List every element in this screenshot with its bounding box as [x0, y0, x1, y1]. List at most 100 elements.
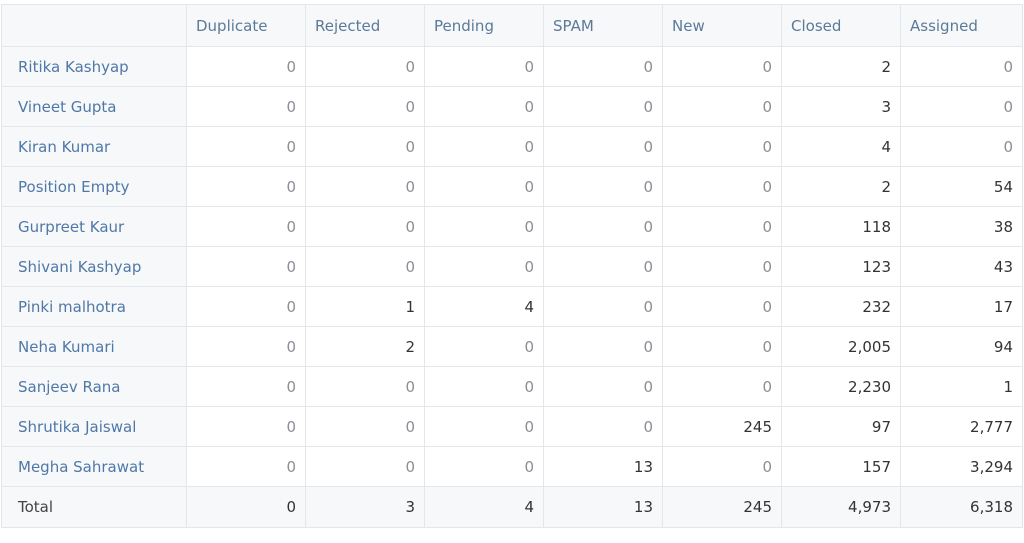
- cell-duplicate: 0: [186, 246, 306, 287]
- cell-closed: 157: [781, 446, 901, 487]
- cell-assigned: 2,777: [900, 406, 1023, 447]
- table-row: Pinki malhotra 0 1 4 0 0 232 17: [1, 286, 1023, 327]
- row-name-link[interactable]: Position Empty: [1, 166, 187, 207]
- cell-pending: 0: [424, 366, 544, 407]
- header-spam[interactable]: SPAM: [543, 4, 663, 47]
- row-name-link[interactable]: Sanjeev Rana: [1, 366, 187, 407]
- cell-duplicate: 0: [186, 46, 306, 87]
- cell-new: 0: [662, 366, 782, 407]
- cell-new: 0: [662, 326, 782, 367]
- row-name-link[interactable]: Shrutika Jaiswal: [1, 406, 187, 447]
- cell-rejected: 0: [305, 366, 425, 407]
- cell-rejected: 0: [305, 246, 425, 287]
- total-closed: 4,973: [781, 486, 901, 528]
- cell-closed: 232: [781, 286, 901, 327]
- cell-assigned: 0: [900, 126, 1023, 167]
- cell-spam: 0: [543, 86, 663, 127]
- total-row: Total 0 3 4 13 245 4,973 6,318: [1, 486, 1023, 528]
- header-closed[interactable]: Closed: [781, 4, 901, 47]
- cell-pending: 0: [424, 406, 544, 447]
- cell-duplicate: 0: [186, 366, 306, 407]
- cell-rejected: 2: [305, 326, 425, 367]
- cell-rejected: 0: [305, 446, 425, 487]
- row-name-link[interactable]: Gurpreet Kaur: [1, 206, 187, 247]
- cell-rejected: 0: [305, 126, 425, 167]
- table-row: Shrutika Jaiswal 0 0 0 0 245 97 2,777: [1, 406, 1023, 447]
- cell-spam: 0: [543, 366, 663, 407]
- cell-spam: 0: [543, 166, 663, 207]
- cell-spam: 0: [543, 286, 663, 327]
- row-name-link[interactable]: Neha Kumari: [1, 326, 187, 367]
- table-row: Sanjeev Rana 0 0 0 0 0 2,230 1: [1, 366, 1023, 407]
- cell-closed: 123: [781, 246, 901, 287]
- cell-duplicate: 0: [186, 126, 306, 167]
- total-duplicate: 0: [186, 486, 306, 528]
- row-name-link[interactable]: Kiran Kumar: [1, 126, 187, 167]
- cell-new: 245: [662, 406, 782, 447]
- cell-assigned: 17: [900, 286, 1023, 327]
- cell-new: 0: [662, 126, 782, 167]
- table-row: Gurpreet Kaur 0 0 0 0 0 118 38: [1, 206, 1023, 247]
- cell-duplicate: 0: [186, 446, 306, 487]
- cell-closed: 2: [781, 46, 901, 87]
- cell-spam: 0: [543, 206, 663, 247]
- cell-new: 0: [662, 46, 782, 87]
- table-row: Kiran Kumar 0 0 0 0 0 4 0: [1, 126, 1023, 167]
- row-name-link[interactable]: Ritika Kashyap: [1, 46, 187, 87]
- row-name-link[interactable]: Megha Sahrawat: [1, 446, 187, 487]
- cell-closed: 4: [781, 126, 901, 167]
- cell-spam: 0: [543, 406, 663, 447]
- report-table-container: Duplicate Rejected Pending SPAM New Clos…: [1, 4, 1023, 528]
- cell-spam: 0: [543, 326, 663, 367]
- cell-rejected: 1: [305, 286, 425, 327]
- total-label: Total: [1, 486, 187, 528]
- cell-rejected: 0: [305, 166, 425, 207]
- table-row: Shivani Kashyap 0 0 0 0 0 123 43: [1, 246, 1023, 287]
- table-row: Position Empty 0 0 0 0 0 2 54: [1, 166, 1023, 207]
- cell-closed: 3: [781, 86, 901, 127]
- cell-rejected: 0: [305, 406, 425, 447]
- cell-duplicate: 0: [186, 206, 306, 247]
- cell-closed: 2: [781, 166, 901, 207]
- cell-assigned: 0: [900, 86, 1023, 127]
- cell-spam: 0: [543, 126, 663, 167]
- cell-assigned: 1: [900, 366, 1023, 407]
- cell-closed: 97: [781, 406, 901, 447]
- header-corner: [1, 4, 187, 47]
- cell-pending: 0: [424, 206, 544, 247]
- table-row: Ritika Kashyap 0 0 0 0 0 2 0: [1, 46, 1023, 87]
- table-row: Vineet Gupta 0 0 0 0 0 3 0: [1, 86, 1023, 127]
- cell-closed: 118: [781, 206, 901, 247]
- table-row: Megha Sahrawat 0 0 0 13 0 157 3,294: [1, 446, 1023, 487]
- cell-pending: 0: [424, 126, 544, 167]
- cell-assigned: 94: [900, 326, 1023, 367]
- header-assigned[interactable]: Assigned: [900, 4, 1023, 47]
- cell-new: 0: [662, 286, 782, 327]
- row-name-link[interactable]: Vineet Gupta: [1, 86, 187, 127]
- cell-new: 0: [662, 86, 782, 127]
- row-name-link[interactable]: Pinki malhotra: [1, 286, 187, 327]
- header-rejected[interactable]: Rejected: [305, 4, 425, 47]
- cell-pending: 0: [424, 46, 544, 87]
- cell-rejected: 0: [305, 206, 425, 247]
- header-pending[interactable]: Pending: [424, 4, 544, 47]
- header-duplicate[interactable]: Duplicate: [186, 4, 306, 47]
- cell-spam: 0: [543, 46, 663, 87]
- cell-assigned: 43: [900, 246, 1023, 287]
- cell-pending: 0: [424, 326, 544, 367]
- cell-rejected: 0: [305, 46, 425, 87]
- cell-pending: 0: [424, 446, 544, 487]
- cell-assigned: 0: [900, 46, 1023, 87]
- cell-pending: 0: [424, 246, 544, 287]
- header-new[interactable]: New: [662, 4, 782, 47]
- row-name-link[interactable]: Shivani Kashyap: [1, 246, 187, 287]
- cell-pending: 0: [424, 166, 544, 207]
- cell-spam: 0: [543, 246, 663, 287]
- cell-closed: 2,005: [781, 326, 901, 367]
- status-report-table: Duplicate Rejected Pending SPAM New Clos…: [1, 4, 1023, 528]
- cell-pending: 0: [424, 86, 544, 127]
- total-pending: 4: [424, 486, 544, 528]
- cell-duplicate: 0: [186, 286, 306, 327]
- total-spam: 13: [543, 486, 663, 528]
- total-assigned: 6,318: [900, 486, 1023, 528]
